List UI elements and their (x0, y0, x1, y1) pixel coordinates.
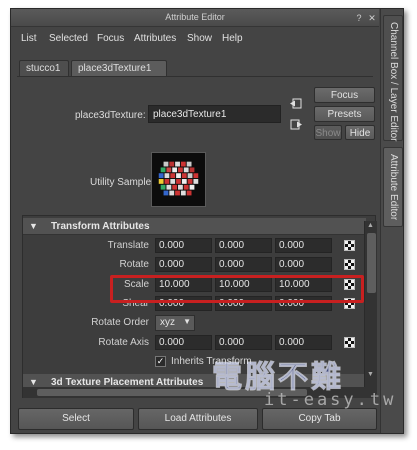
inherits-transform-checkbox[interactable]: ✓ (155, 356, 166, 367)
tab-place3dtexture1[interactable]: place3dTexture1 (71, 60, 167, 77)
tab-divider (17, 76, 373, 77)
attribute-editor-tab-label: Attribute Editor (388, 154, 399, 221)
chevron-down-icon: ▼ (183, 317, 191, 326)
load-attributes-button[interactable]: Load Attributes (138, 408, 258, 430)
translate-x-field[interactable]: 0.000 (155, 238, 212, 253)
node-name-label: place3dTexture: (75, 110, 146, 121)
select-button[interactable]: Select (18, 408, 134, 430)
transform-attributes-header[interactable]: ▼ Transform Attributes (23, 218, 366, 235)
input-connection-icon[interactable] (290, 98, 302, 109)
attributes-panel: ▼ Transform Attributes Translate 0.000 0… (22, 215, 376, 398)
translate-y-field[interactable]: 0.000 (215, 238, 272, 253)
rotate-order-value: xyz (160, 317, 175, 328)
window-title: Attribute Editor (165, 12, 225, 22)
menu-attributes[interactable]: Attributes (134, 33, 176, 44)
attribute-editor-window: Attribute Editor ? ✕ List Selected Focus… (10, 8, 404, 434)
scroll-thumb[interactable] (367, 233, 376, 293)
vertical-scrollbar[interactable]: ▲ ▼ (364, 221, 377, 394)
dock-tab-strip: Channel Box / Layer Editor Attribute Edi… (380, 9, 403, 433)
keyframe-icon[interactable] (344, 240, 355, 251)
channel-box-tab[interactable]: Channel Box / Layer Editor (383, 15, 403, 142)
scale-row-highlight (110, 275, 364, 303)
inherits-transform-label: Inherits Transform (171, 356, 252, 367)
rotate-axis-label: Rotate Axis (98, 337, 149, 348)
close-icon[interactable]: ✕ (367, 13, 377, 23)
expand-arrow-icon[interactable]: ▼ (29, 377, 38, 387)
channel-box-tab-label: Channel Box / Layer Editor (388, 22, 399, 142)
translate-z-field[interactable]: 0.000 (275, 238, 332, 253)
output-connection-icon[interactable] (290, 119, 302, 130)
keyframe-icon[interactable] (344, 337, 355, 348)
rotate-x-field[interactable]: 0.000 (155, 257, 212, 272)
utility-sample-swatch[interactable] (151, 152, 206, 207)
focus-button[interactable]: Focus (314, 87, 375, 103)
scroll-down-icon[interactable]: ▼ (367, 371, 374, 378)
menu-focus[interactable]: Focus (97, 33, 124, 44)
keyframe-icon[interactable] (344, 259, 355, 270)
rotate-y-field[interactable]: 0.000 (215, 257, 272, 272)
rotate-order-select[interactable]: xyz ▼ (155, 315, 195, 331)
menu-bar: List Selected Focus Attributes Show Help (11, 30, 379, 48)
menu-help[interactable]: Help (222, 33, 243, 44)
title-bar: Attribute Editor ? ✕ (11, 9, 379, 27)
translate-label: Translate (107, 240, 149, 251)
rotate-label: Rotate (119, 259, 149, 270)
rotate-axis-y-field[interactable]: 0.000 (215, 335, 272, 350)
rotate-order-label: Rotate Order (91, 317, 149, 328)
hscroll-thumb[interactable] (37, 389, 307, 396)
hide-button[interactable]: Hide (345, 125, 375, 140)
transform-attributes-title: Transform Attributes (51, 221, 150, 232)
menu-selected[interactable]: Selected (49, 33, 88, 44)
help-icon[interactable]: ? (354, 13, 364, 23)
node-name-input[interactable]: place3dTexture1 (148, 105, 281, 123)
attribute-editor-tab[interactable]: Attribute Editor (383, 147, 403, 227)
rotate-axis-x-field[interactable]: 0.000 (155, 335, 212, 350)
collapse-arrow-icon[interactable]: ▼ (29, 221, 38, 231)
show-button[interactable]: Show (314, 125, 342, 140)
copy-tab-button[interactable]: Copy Tab (262, 408, 377, 430)
menu-show[interactable]: Show (187, 33, 212, 44)
tab-stucco1[interactable]: stucco1 (19, 60, 69, 77)
rotate-axis-z-field[interactable]: 0.000 (275, 335, 332, 350)
scroll-up-icon[interactable]: ▲ (367, 222, 374, 229)
horizontal-scrollbar[interactable] (23, 387, 376, 398)
menu-list[interactable]: List (21, 33, 37, 44)
presets-button[interactable]: Presets (314, 106, 375, 122)
rotate-z-field[interactable]: 0.000 (275, 257, 332, 272)
utility-sample-label: Utility Sample (90, 177, 152, 188)
